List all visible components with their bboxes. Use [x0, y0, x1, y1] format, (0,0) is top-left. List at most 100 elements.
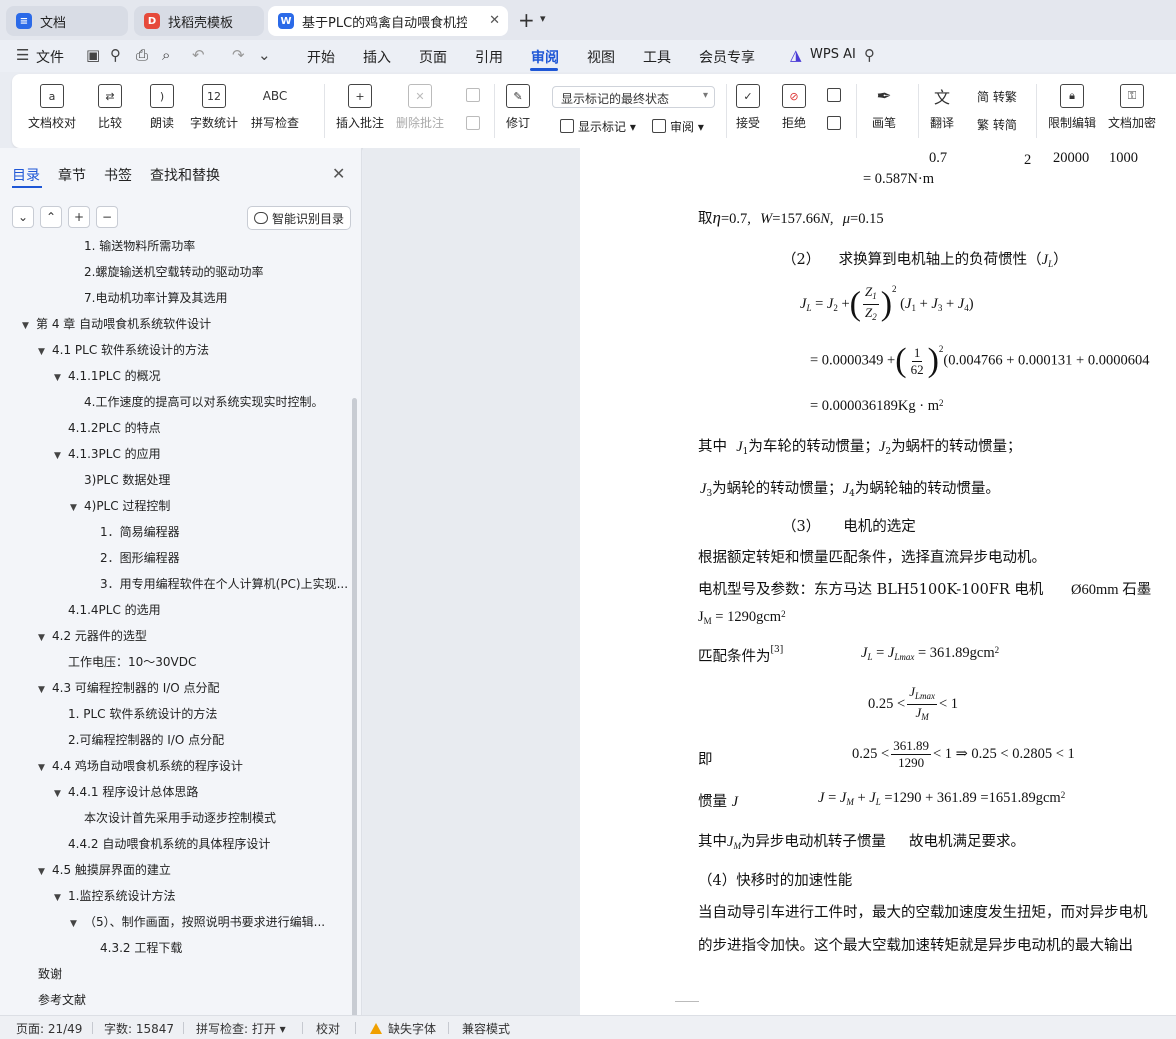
- word-count-button[interactable]: 12 字数统计: [190, 84, 238, 131]
- toc-item[interactable]: ▼ 4.5 触摸屏界面的建立: [38, 860, 171, 880]
- close-icon[interactable]: ✕: [489, 13, 500, 28]
- menu-references[interactable]: 引用: [475, 47, 503, 67]
- insert-comment-button[interactable]: + 插入批注: [336, 84, 384, 131]
- print-preview-icon[interactable]: ⌕: [162, 46, 170, 64]
- menu-view[interactable]: 视图: [587, 47, 615, 67]
- search-icon[interactable]: ⚲: [864, 46, 875, 64]
- pen-button[interactable]: ✒ 画笔: [872, 84, 896, 131]
- toc-item[interactable]: 4.工作速度的提高可以对系统实现实时控制。: [84, 392, 323, 412]
- nav-tab-find-replace[interactable]: 查找和替换: [150, 165, 220, 185]
- menu-icon[interactable]: ☰: [16, 46, 29, 64]
- toc-item[interactable]: ▼ 4.4.1 程序设计总体思路: [54, 782, 198, 802]
- toc-item[interactable]: 本次设计首先采用手动逐步控制模式: [84, 808, 276, 828]
- expand-toggle-icon[interactable]: ▼: [22, 316, 36, 334]
- expand-toggle-icon[interactable]: ▼: [38, 342, 52, 360]
- toc-item[interactable]: 工作电压：10～30VDC: [68, 652, 196, 672]
- expand-toggle-icon[interactable]: ▼: [54, 888, 68, 906]
- previous-change-icon[interactable]: [827, 88, 845, 103]
- encrypt-button[interactable]: ⚿ 文档加密: [1108, 84, 1156, 131]
- share-icon[interactable]: ⚲: [110, 46, 121, 64]
- document-page[interactable]: 0.7 2 20000 1000 = 0.587N·m 取η=0.7, W=15…: [580, 148, 1176, 1015]
- translate-button[interactable]: 文 翻译: [930, 84, 954, 131]
- nav-tab-toc[interactable]: 目录: [12, 165, 40, 185]
- menu-tools[interactable]: 工具: [643, 47, 671, 67]
- expand-toggle-icon[interactable]: ▼: [38, 628, 52, 646]
- toc-item[interactable]: ▼ 4.1 PLC 软件系统设计的方法: [38, 340, 209, 360]
- review-pane-button[interactable]: 审阅 ▾: [652, 118, 704, 135]
- toc-item[interactable]: 4.4.2 自动喂食机系统的具体程序设计: [68, 834, 270, 854]
- citation[interactable]: [3]: [771, 645, 784, 655]
- reject-button[interactable]: ⊘ 拒绝: [782, 84, 806, 131]
- undo-icon[interactable]: ↶: [192, 46, 205, 64]
- expand-toggle-icon[interactable]: ▼: [70, 498, 84, 516]
- toc-item[interactable]: ▼ 4.3 可编程控制器的 I/O 点分配: [38, 678, 220, 698]
- restrict-edit-button[interactable]: 🔒︎ 限制编辑: [1048, 84, 1096, 131]
- new-tab-icon[interactable]: +: [518, 8, 535, 32]
- delete-comment-button[interactable]: ✕ 删除批注: [396, 84, 444, 131]
- menu-insert[interactable]: 插入: [363, 47, 391, 67]
- toc-item[interactable]: ▼ 4.1.3PLC 的应用: [54, 444, 161, 464]
- tab-docer-templates[interactable]: D 找稻壳模板: [134, 6, 264, 36]
- markup-mode-select[interactable]: 显示标记的最终状态 ▾: [552, 86, 715, 108]
- missing-font-indicator[interactable]: 缺失字体: [370, 1020, 436, 1037]
- expand-up-icon[interactable]: ⌃: [40, 206, 62, 228]
- expand-toggle-icon[interactable]: ▼: [70, 914, 84, 932]
- menu-review[interactable]: 审阅: [531, 47, 559, 67]
- toc-item[interactable]: 2.可编程控制器的 I/O 点分配: [68, 730, 224, 750]
- expand-toggle-icon[interactable]: ▼: [38, 680, 52, 698]
- toc-item[interactable]: 4.1.4PLC 的选用: [68, 600, 161, 620]
- previous-comment-icon[interactable]: [466, 88, 484, 103]
- expand-toggle-icon[interactable]: ▼: [38, 758, 52, 776]
- toc-item[interactable]: 3．用专用编程软件在个人计算机(PC)上实现...: [100, 574, 348, 594]
- collapse-all-icon[interactable]: ⌄: [12, 206, 34, 228]
- compare-button[interactable]: ⇄ 比较: [98, 84, 122, 131]
- to-traditional-button[interactable]: 简 转繁: [977, 88, 1017, 105]
- toc-item[interactable]: ▼ 4.1.1PLC 的概况: [54, 366, 161, 386]
- smart-toc-button[interactable]: 智能识别目录: [247, 206, 351, 230]
- menu-home[interactable]: 开始: [307, 47, 335, 67]
- toc-item[interactable]: 4.1.2PLC 的特点: [68, 418, 161, 438]
- page-indicator[interactable]: 页面: 21/49: [16, 1020, 82, 1037]
- toc-item[interactable]: 参考文献: [38, 990, 86, 1010]
- expand-toggle-icon[interactable]: ▼: [54, 784, 68, 802]
- toc-item[interactable]: ▼ （5）、制作画面，按照说明书要求进行编辑...: [70, 912, 325, 932]
- next-comment-icon[interactable]: [466, 116, 484, 131]
- to-simplified-button[interactable]: 繁 转简: [977, 116, 1017, 133]
- toc-item[interactable]: 致谢: [38, 964, 62, 984]
- redo-icon[interactable]: ↷: [232, 46, 245, 64]
- save-icon[interactable]: ▣: [86, 46, 100, 64]
- toc-item[interactable]: 4.3.2 工程下载: [100, 938, 182, 958]
- print-icon[interactable]: ⎙: [136, 46, 148, 64]
- quick-access-dropdown-icon[interactable]: ⌄: [258, 46, 271, 64]
- toc-item[interactable]: ▼ 4.4 鸡场自动喂食机系统的程序设计: [38, 756, 243, 776]
- toc-item[interactable]: 2．图形编程器: [100, 548, 180, 568]
- menu-page[interactable]: 页面: [419, 47, 447, 67]
- proofread-button[interactable]: a 文档校对: [28, 84, 76, 131]
- spell-check-indicator[interactable]: 拼写检查: 打开 ▾: [196, 1020, 286, 1037]
- toc-item[interactable]: ▼ 第 4 章 自动喂食机系统软件设计: [22, 314, 211, 334]
- accept-button[interactable]: ✓ 接受: [736, 84, 760, 131]
- nav-scrollbar[interactable]: [352, 398, 357, 1018]
- tab-current-document[interactable]: W 基于PLC的鸡禽自动喂食机控制 ✕: [268, 6, 508, 36]
- menu-file[interactable]: 文件: [36, 47, 64, 67]
- toc-item[interactable]: ▼ 4)PLC 过程控制: [70, 496, 170, 516]
- expand-toggle-icon[interactable]: ▼: [54, 368, 68, 386]
- expand-toggle-icon[interactable]: ▼: [38, 862, 52, 880]
- toc-item[interactable]: 7.电动机功率计算及其选用: [84, 288, 227, 308]
- toc-item[interactable]: 2.螺旋输送机空载转动的驱动功率: [84, 262, 263, 282]
- remove-heading-icon[interactable]: −: [96, 206, 118, 228]
- nav-tab-bookmarks[interactable]: 书签: [104, 165, 132, 185]
- tab-documents[interactable]: ≡ 文档: [6, 6, 128, 36]
- next-change-icon[interactable]: [827, 116, 845, 131]
- toc-item[interactable]: 1. 输送物料所需功率: [84, 240, 195, 256]
- toc-item[interactable]: 1. PLC 软件系统设计的方法: [68, 704, 217, 724]
- expand-toggle-icon[interactable]: ▼: [54, 446, 68, 464]
- menu-member[interactable]: 会员专享: [699, 47, 755, 67]
- wps-ai-button[interactable]: WPS AI: [810, 47, 856, 62]
- toc-item[interactable]: ▼ 4.2 元器件的选型: [38, 626, 147, 646]
- word-count-indicator[interactable]: 字数: 15847: [104, 1020, 174, 1037]
- proofread-indicator[interactable]: 校对: [316, 1020, 340, 1037]
- show-markup-button[interactable]: 显示标记 ▾: [560, 118, 636, 135]
- toc-item[interactable]: 1．简易编程器: [100, 522, 180, 542]
- tab-list-icon[interactable]: ▾: [540, 12, 546, 25]
